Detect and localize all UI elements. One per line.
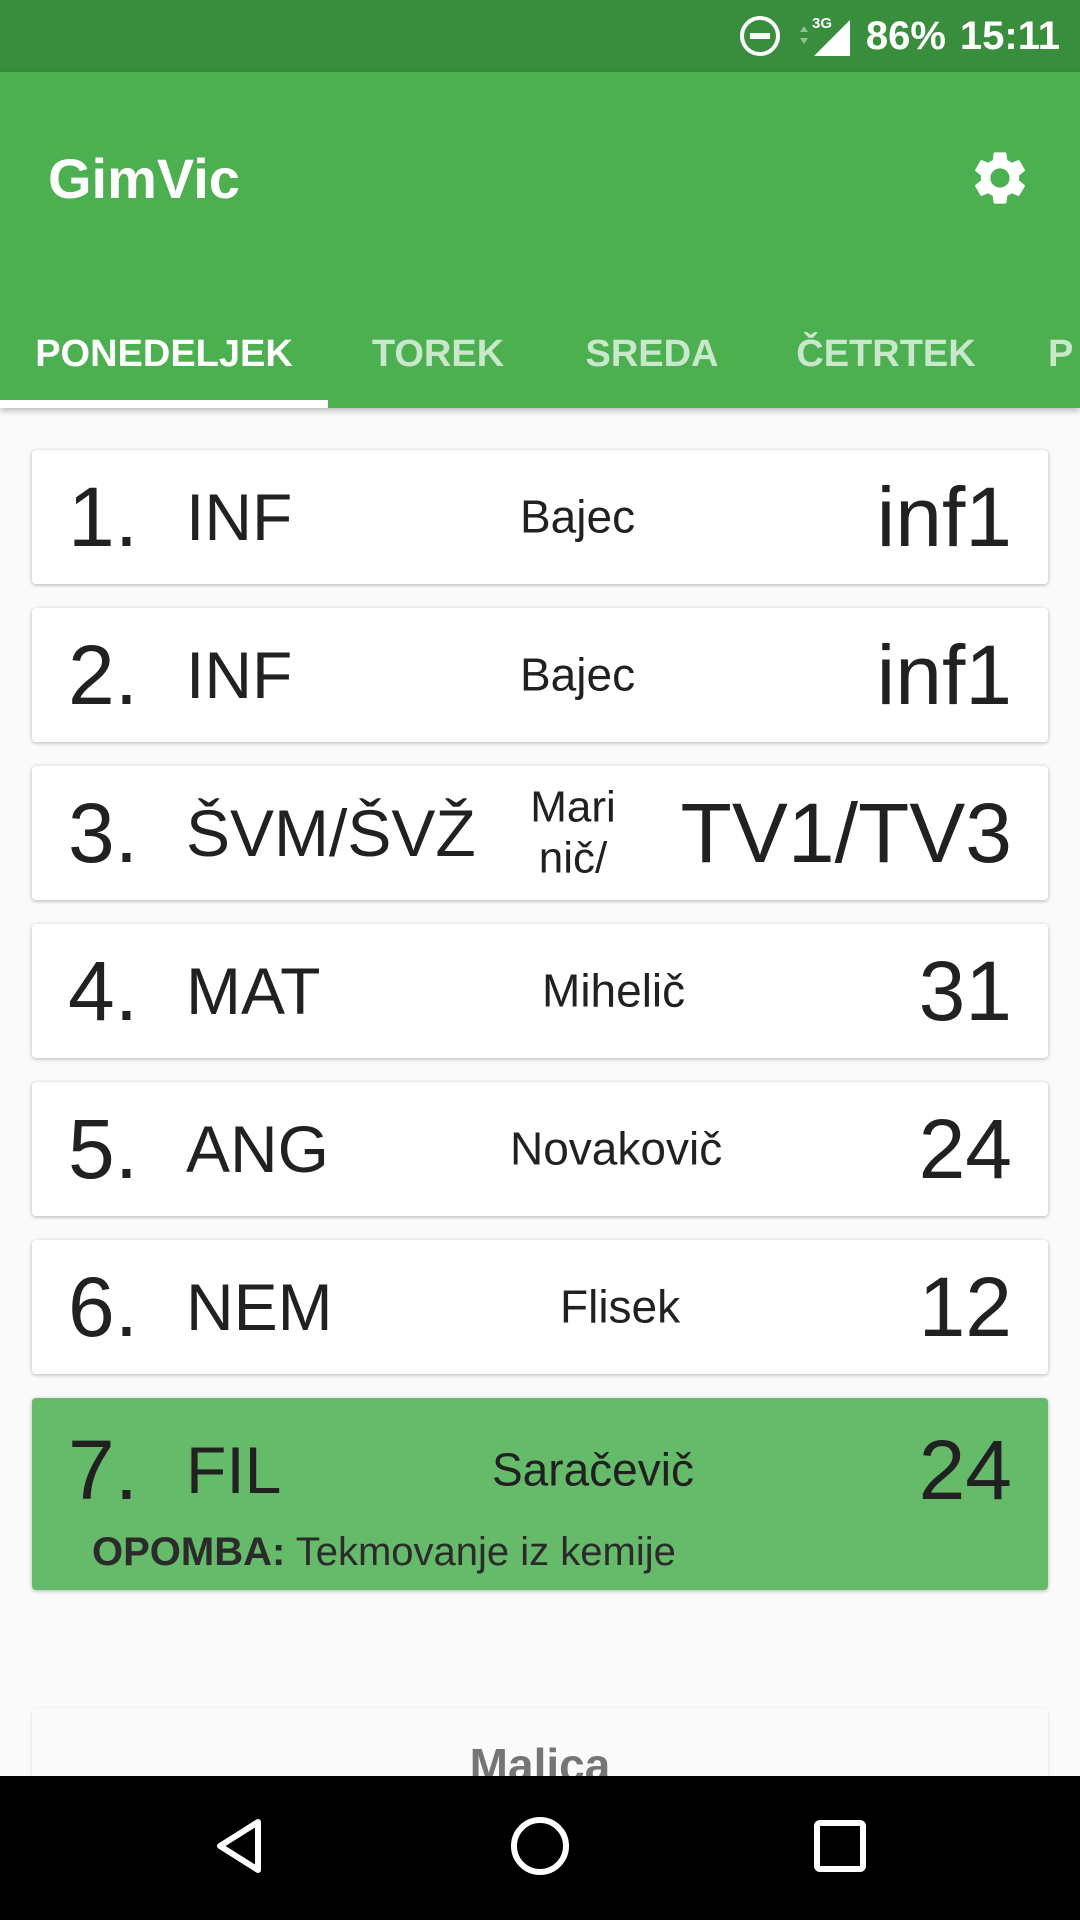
classroom-label: inf1 — [876, 628, 1012, 722]
period-number: 3. — [68, 786, 139, 880]
lesson-card-3[interactable]: 3. ŠVM/ŠVŽ Mari nič/ TV1/TV3 — [32, 766, 1048, 900]
back-button[interactable] — [204, 1812, 276, 1884]
classroom-label: 24 — [918, 1102, 1012, 1196]
day-tabs: PONEDELJEK TOREK SREDA ČETRTEK P — [0, 300, 1080, 408]
navigation-bar — [0, 1776, 1080, 1920]
subject-label: NEM — [186, 1270, 333, 1344]
lesson-note: OPOMBA: Tekmovanje iz kemije — [92, 1530, 676, 1575]
tab-sreda[interactable]: SREDA — [566, 300, 738, 408]
lesson-card-2[interactable]: 2. INF Bajec inf1 — [32, 608, 1048, 742]
network-type-label: 3G — [812, 15, 832, 32]
period-number: 2. — [68, 628, 139, 722]
teacher-name: Bajec — [520, 648, 636, 701]
status-bar: 3G 86% 15:11 — [0, 0, 1080, 72]
home-button[interactable] — [504, 1812, 576, 1884]
subject-label: MAT — [186, 954, 321, 1028]
tab-ponedeljek[interactable]: PONEDELJEK — [0, 300, 328, 408]
teacher-name: Saračevič — [492, 1443, 694, 1496]
recents-square-icon — [812, 1818, 868, 1879]
app-title: GimVic — [48, 147, 240, 210]
schedule-list: 1. INF Bajec inf1 2. INF Bajec inf1 3. Š… — [0, 408, 1080, 1776]
period-number: 5. — [68, 1102, 139, 1196]
subject-label: ŠVM/ŠVŽ — [186, 796, 476, 870]
note-label: OPOMBA: — [92, 1530, 286, 1574]
snack-card[interactable]: Malica — [32, 1708, 1048, 1776]
lesson-card-5[interactable]: 5. ANG Novakovič 24 — [32, 1082, 1048, 1216]
classroom-label: 31 — [918, 944, 1012, 1038]
clock: 15:11 — [959, 13, 1060, 58]
period-number: 4. — [68, 944, 139, 1038]
classroom-label: TV1/TV3 — [680, 786, 1012, 880]
home-circle-icon — [508, 1814, 572, 1883]
period-number: 6. — [68, 1260, 139, 1354]
subject-label: ANG — [186, 1112, 330, 1186]
period-number: 1. — [68, 470, 139, 564]
classroom-label: inf1 — [876, 470, 1012, 564]
snack-title: Malica — [469, 1739, 611, 1776]
lesson-card-6[interactable]: 6. NEM Flisek 12 — [32, 1240, 1048, 1374]
classroom-label: 24 — [918, 1423, 1012, 1517]
lesson-card-4[interactable]: 4. MAT Mihelič 31 — [32, 924, 1048, 1058]
settings-button[interactable] — [964, 144, 1036, 216]
teacher-name: Bajec — [520, 490, 636, 543]
app-bar: GimVic PONEDELJEK TOREK SREDA ČETRTEK P — [0, 72, 1080, 408]
status-icons: 3G 86% 15:11 — [738, 0, 1060, 72]
do-not-disturb-icon — [738, 14, 782, 58]
tab-torek[interactable]: TOREK — [354, 300, 522, 408]
teacher-name: Novakovič — [510, 1122, 723, 1175]
teacher-name: Mihelič — [542, 964, 686, 1017]
recents-button[interactable] — [804, 1812, 876, 1884]
battery-percentage: 86% — [865, 13, 946, 58]
subject-label: INF — [186, 638, 293, 712]
period-number: 7. — [68, 1423, 139, 1517]
note-text: Tekmovanje iz kemije — [295, 1530, 676, 1574]
lesson-card-1[interactable]: 1. INF Bajec inf1 — [32, 450, 1048, 584]
lesson-card-7[interactable]: 7. FIL Saračevič 24 OPOMBA: Tekmovanje i… — [32, 1398, 1048, 1590]
classroom-label: 12 — [918, 1260, 1012, 1354]
teacher-name: Flisek — [560, 1280, 681, 1333]
teacher-name: Mari nič/ — [530, 782, 616, 882]
signal-3g-icon: 3G — [796, 12, 852, 60]
tab-petek[interactable]: P — [1048, 300, 1080, 408]
subject-label: INF — [186, 480, 293, 554]
tab-cetrtek[interactable]: ČETRTEK — [786, 300, 986, 408]
gear-icon — [968, 146, 1032, 215]
active-tab-indicator — [0, 400, 328, 408]
back-triangle-icon — [210, 1816, 270, 1881]
subject-label: FIL — [186, 1433, 282, 1507]
